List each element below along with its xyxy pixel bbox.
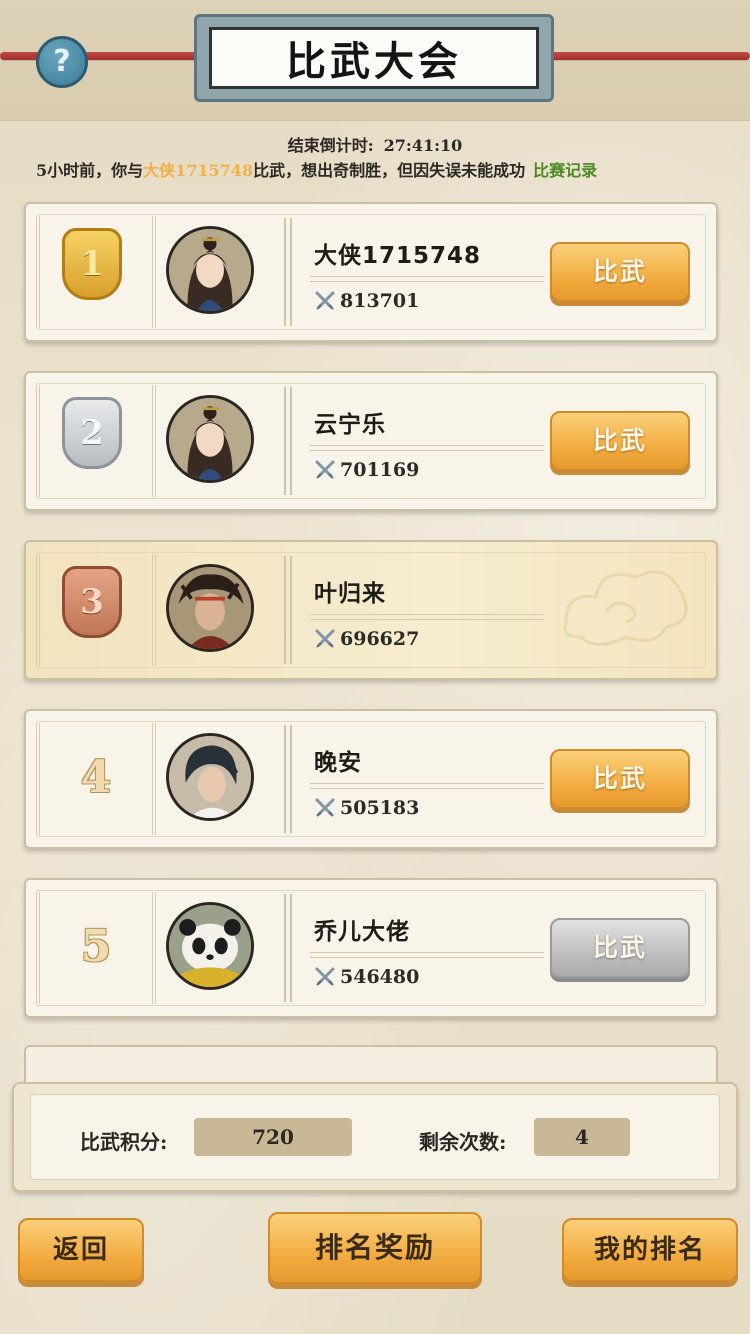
my-ranking-button[interactable]: 我的排名	[562, 1218, 738, 1282]
avatar[interactable]	[166, 902, 254, 990]
rank-box: 2	[36, 385, 156, 497]
rank-number: 3	[80, 582, 104, 622]
countdown-time: 27:41:10	[383, 136, 463, 155]
avatar[interactable]	[166, 395, 254, 483]
notice-opponent: 大侠1715748	[143, 161, 254, 180]
challenge-button[interactable]: 比武	[550, 749, 690, 809]
countdown: 结束倒计时: 27:41:10	[0, 132, 750, 156]
panda-avatar-icon	[169, 905, 251, 987]
rank-number: 5	[80, 920, 112, 972]
bronze-medal-icon: 3	[62, 566, 122, 638]
rank-box: 3	[36, 554, 156, 666]
avatar[interactable]	[166, 226, 254, 314]
separator	[310, 614, 544, 620]
combat-power-value: 546480	[340, 966, 420, 988]
rank-number: 1	[80, 244, 104, 284]
gold-medal-icon: 1	[62, 228, 122, 300]
rank-number: 2	[80, 413, 104, 453]
rank-box: 4	[36, 723, 156, 835]
ranking-row-5: 5 乔儿大佬 546480 比武	[24, 878, 718, 1018]
ranking-row-4: 4 晚安 505183 比武	[24, 709, 718, 849]
notice-suffix: 比武，想出奇制胜，但因失误未能成功	[253, 161, 526, 180]
divider	[284, 218, 292, 326]
challenge-button-disabled[interactable]: 比武	[550, 918, 690, 978]
crossed-swords-icon	[315, 967, 335, 986]
separator	[310, 445, 544, 451]
title-board: 比武大会	[194, 14, 554, 102]
separator	[310, 952, 544, 958]
crossed-swords-icon	[315, 291, 335, 310]
points-label: 比武积分:	[80, 1130, 168, 1154]
countdown-label: 结束倒计时:	[287, 136, 374, 155]
page-title: 比武大会	[209, 27, 539, 89]
male-warrior-avatar-icon	[169, 567, 251, 649]
ranking-row-2: 2 云宁乐 701169 比武	[24, 371, 718, 511]
points-value: 720	[194, 1118, 352, 1156]
challenge-button[interactable]: 比武	[550, 242, 690, 302]
rank-box: 5	[36, 892, 156, 1004]
divider	[284, 387, 292, 495]
silver-medal-icon: 2	[62, 397, 122, 469]
ranking-row-3-self: 3 叶归来 696627	[24, 540, 718, 680]
female-swordsman-avatar-icon	[169, 229, 251, 311]
remaining-label: 剩余次数:	[419, 1130, 507, 1154]
battle-notice: 5小时前，你与大侠1715748比武，想出奇制胜，但因失误未能成功 比赛记录	[36, 157, 726, 181]
combat-power: 546480	[314, 966, 419, 988]
player-name: 乔儿大佬	[314, 919, 410, 945]
ranking-rewards-button[interactable]: 排名奖励	[268, 1212, 482, 1284]
combat-power-value: 696627	[340, 628, 420, 650]
rank-box: 1	[36, 216, 156, 328]
score-panel: 比武积分: 720 剩余次数: 4	[12, 1082, 738, 1192]
player-name: 云宁乐	[314, 412, 386, 438]
match-record-link[interactable]: 比赛记录	[533, 161, 597, 180]
cloud-pattern-icon	[563, 570, 688, 646]
challenge-button[interactable]: 比武	[550, 411, 690, 471]
notice-prefix: 5小时前，你与	[36, 161, 144, 180]
remaining-value: 4	[534, 1118, 630, 1156]
crossed-swords-icon	[315, 629, 335, 648]
divider	[284, 556, 292, 664]
divider	[284, 725, 292, 833]
player-name: 叶归来	[314, 581, 386, 607]
help-icon[interactable]: ?	[36, 36, 88, 88]
separator	[310, 276, 544, 282]
combat-power-value: 701169	[340, 459, 420, 481]
combat-power: 813701	[314, 290, 419, 312]
male-swordsman-avatar-icon	[169, 736, 251, 818]
combat-power: 701169	[314, 459, 419, 481]
divider	[284, 894, 292, 1002]
avatar[interactable]	[166, 564, 254, 652]
crossed-swords-icon	[315, 460, 335, 479]
crossed-swords-icon	[315, 798, 335, 817]
separator	[310, 783, 544, 789]
female-swordsman-avatar-icon	[169, 398, 251, 480]
back-button[interactable]: 返回	[18, 1218, 144, 1282]
ranking-row-1: 1 大侠1715748 813701 比武	[24, 202, 718, 342]
player-name: 大侠1715748	[314, 243, 482, 269]
avatar[interactable]	[166, 733, 254, 821]
combat-power: 505183	[314, 797, 419, 819]
combat-power-value: 813701	[340, 290, 420, 312]
player-name: 晚安	[314, 750, 362, 776]
combat-power: 696627	[314, 628, 419, 650]
ranking-row-6-partial	[24, 1045, 718, 1085]
combat-power-value: 505183	[340, 797, 420, 819]
rank-number: 4	[80, 751, 112, 803]
